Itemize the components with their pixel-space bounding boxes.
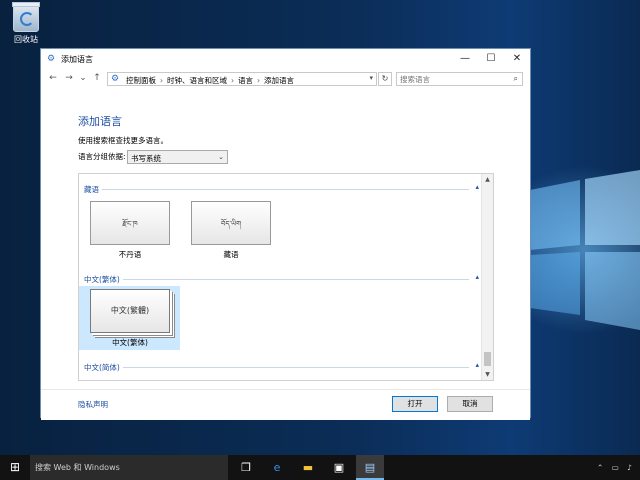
collapse-chevron-icon[interactable]: ▴ [473,361,479,369]
volume-icon[interactable]: ♪ [627,463,632,472]
breadcrumb-language[interactable]: 语言 [238,76,253,85]
title-bar[interactable]: ⚙ 添加语言 — ☐ ✕ [41,49,530,69]
address-bar[interactable]: ⚙ 控制面板 › 时钟、语言和区域 › 语言 › 添加语言 ▾ [107,72,377,86]
forward-arrow-icon[interactable]: → [63,73,75,83]
minimize-button[interactable]: — [452,49,478,69]
dialog-footer: 隐私声明 打开 取消 [41,389,530,420]
up-arrow-icon[interactable]: ↑ [91,73,103,83]
search-icon[interactable]: ⌕ [514,74,518,84]
collapse-chevron-icon[interactable]: ▴ [473,273,479,281]
group-header-label: 藏语 [84,184,102,195]
window-title: 添加语言 [61,55,93,64]
control-panel-icon: ⚙ [111,74,120,84]
address-dropdown-icon[interactable]: ▾ [369,74,373,82]
language-sample-card: རྫོང་ཁ [90,201,170,245]
windows-logo-light [530,170,640,330]
language-tile-dzongkha[interactable]: རྫོང་ཁ 不丹语 [90,201,170,261]
recycle-bin-label: 回收站 [14,35,38,44]
language-name: 不丹语 [118,250,142,259]
task-view-icon[interactable]: ❐ [232,455,260,480]
breadcrumb: 控制面板 › 时钟、语言和区域 › 语言 › 添加语言 [126,75,294,86]
close-button[interactable]: ✕ [504,49,530,69]
group-by-value: 书写系统 [131,154,161,163]
control-panel-icon: ⚙ [47,54,56,64]
language-sample-text: 中文(繁體) [110,306,150,315]
page-title: 添加语言 [78,115,122,128]
group-by-label: 语言分组依据: [78,152,126,161]
group-header-label: 中文(繁体) [84,274,123,285]
page-description: 使用搜索框查找更多语言。 [78,136,168,145]
tray-chevron-icon[interactable]: ⌃ [597,463,603,472]
store-icon[interactable]: ▣ [325,455,353,480]
language-tile-tibetan[interactable]: བོད་ཡིག 藏语 [191,201,271,261]
language-name: 中文(繁体) [112,338,148,347]
group-header-simplified-chinese[interactable]: 中文(简体) ▴ [84,361,479,373]
taskbar-search-box[interactable]: 搜索 Web 和 Windows [30,455,228,480]
add-language-window: ⚙ 添加语言 — ☐ ✕ ← → ⌄ ↑ ⚙ 控制面板 › 时钟、语言和区域 › 语言 ›… [40,48,531,420]
group-header-tibetan[interactable]: 藏语 ▴ [84,183,479,195]
scroll-thumb[interactable] [484,352,491,366]
breadcrumb-control-panel[interactable]: 控制面板 [126,76,156,85]
maximize-button[interactable]: ☐ [478,49,504,69]
refresh-icon[interactable]: ↻ [378,72,392,86]
taskbar: ⊞ 搜索 Web 和 Windows ❐ e ▬ ▣ ▤ ⌃ ▭ ♪ [0,455,640,480]
language-sample-text: བོད་ཡིག [220,220,241,228]
system-tray: ⌃ ▭ ♪ [591,455,632,480]
windows-start-icon[interactable]: ⊞ [0,455,30,480]
breadcrumb-separator-icon[interactable]: › [160,76,163,85]
group-header-label: 中文(简体) [84,362,123,373]
breadcrumb-clock-language-region[interactable]: 时钟、语言和区域 [167,76,227,85]
scroll-down-icon[interactable]: ▼ [482,369,493,380]
recycle-bin[interactable]: 回收站 [8,2,44,45]
scroll-up-icon[interactable]: ▲ [482,174,493,185]
language-sample-text: རྫོང་ཁ [122,220,138,228]
language-sample-card: 中文(繁體) [90,289,170,333]
breadcrumb-add-language[interactable]: 添加语言 [264,76,294,85]
address-row: ← → ⌄ ↑ ⚙ 控制面板 › 时钟、语言和区域 › 语言 › 添加语言 ▾ ↻ ⌕ [41,71,530,89]
open-button[interactable]: 打开 [392,396,438,412]
recycle-bin-icon [12,2,40,32]
search-input[interactable] [400,74,500,85]
recent-pages-chevron-icon[interactable]: ⌄ [77,73,89,83]
breadcrumb-separator-icon[interactable]: › [257,76,260,85]
language-sample-card: བོད་ཡིག [191,201,271,245]
search-box[interactable]: ⌕ [396,72,523,86]
edge-browser-icon[interactable]: e [263,455,291,480]
network-icon[interactable]: ▭ [612,463,619,472]
chevron-down-icon: ⌄ [218,153,224,161]
breadcrumb-separator-icon[interactable]: › [231,76,234,85]
language-name: 藏语 [223,250,239,259]
back-arrow-icon[interactable]: ← [47,73,59,83]
group-by-select[interactable]: 书写系统 ⌄ [127,150,228,164]
vertical-scrollbar[interactable]: ▲ ▼ [481,174,493,380]
file-explorer-icon[interactable]: ▬ [294,455,322,480]
language-tile-chinese-traditional[interactable]: 中文(繁體) 中文(繁体) [79,286,180,350]
control-panel-taskbar-icon[interactable]: ▤ [356,455,384,480]
privacy-link[interactable]: 隐私声明 [78,399,108,410]
group-header-traditional-chinese[interactable]: 中文(繁体) ▴ [84,273,479,285]
collapse-chevron-icon[interactable]: ▴ [473,183,479,191]
language-list[interactable]: 藏语 ▴ རྫོང་ཁ 不丹语 བོད་ཡིག 藏语 中文(繁体) ▴ 中文(繁… [78,173,494,381]
cancel-button[interactable]: 取消 [447,396,493,412]
